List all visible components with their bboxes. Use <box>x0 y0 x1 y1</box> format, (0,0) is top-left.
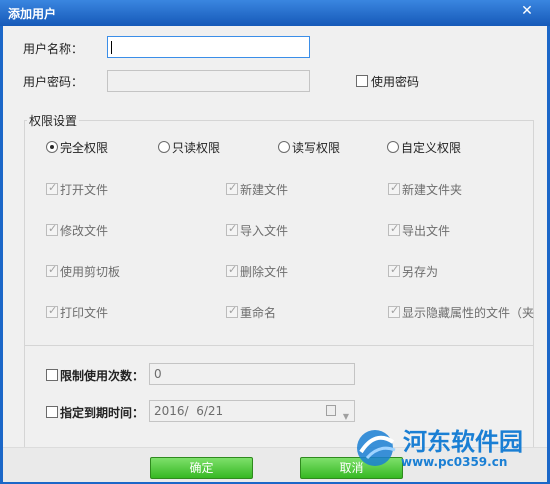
perm-delete-file-label: 删除文件 <box>240 265 289 279</box>
watermark <box>353 424 401 471</box>
radio-readonly-permission-label: 只读权限 <box>172 141 221 155</box>
text-caret <box>111 41 112 54</box>
username-input[interactable] <box>107 36 310 58</box>
radio-readonly-permission[interactable] <box>158 141 170 153</box>
dialog-body: 用户名称： 用户密码： 使用密码 权限设置 完全权限 只读权限 读写权限 自定义… <box>3 26 547 482</box>
use-password-label: 使用密码 <box>371 75 420 89</box>
perm-import-file-checkbox[interactable] <box>226 222 238 236</box>
perm-modify-file-label: 修改文件 <box>60 224 109 238</box>
username-label: 用户名称： <box>23 42 84 56</box>
perm-print-file-checkbox[interactable] <box>46 304 58 318</box>
group-divider <box>24 345 534 346</box>
perm-open-file-label: 打开文件 <box>60 183 109 197</box>
expiry-date-picker[interactable]: 2016/ 6/21 ▼ <box>149 400 355 422</box>
perm-new-folder-label: 新建文件夹 <box>402 183 463 197</box>
usage-limit-value: 0 <box>154 367 162 381</box>
password-label: 用户密码： <box>23 75 84 89</box>
calendar-icon[interactable] <box>326 405 336 416</box>
perm-save-as-label: 另存为 <box>402 265 439 279</box>
use-password-checkbox[interactable] <box>356 75 368 87</box>
expiry-date-label: 指定到期时间： <box>60 406 145 420</box>
chevron-down-icon[interactable]: ▼ <box>343 407 349 427</box>
watermark-title: 河东软件园 <box>403 428 523 456</box>
perm-clipboard-label: 使用剪切板 <box>60 265 121 279</box>
perm-show-hidden-checkbox[interactable] <box>388 304 400 318</box>
perm-rename-checkbox[interactable] <box>226 304 238 318</box>
perm-show-hidden-label: 显示隐藏属性的文件（夹 <box>402 306 535 320</box>
perm-export-file-checkbox[interactable] <box>388 222 400 236</box>
perm-export-file-label: 导出文件 <box>402 224 451 238</box>
dialog-title: 添加用户 <box>8 7 57 21</box>
perm-print-file-label: 打印文件 <box>60 306 109 320</box>
radio-readwrite-permission-label: 读写权限 <box>292 141 341 155</box>
perm-new-file-label: 新建文件 <box>240 183 289 197</box>
watermark-logo-icon <box>357 430 396 466</box>
ok-button[interactable]: 确定 <box>150 457 253 479</box>
add-user-dialog: 添加用户 ✕ 用户名称： 用户密码： 使用密码 权限设置 完全权限 只读权限 读… <box>0 0 550 484</box>
close-icon[interactable]: ✕ <box>518 2 536 20</box>
perm-import-file-label: 导入文件 <box>240 224 289 238</box>
perm-open-file-checkbox[interactable] <box>46 181 58 195</box>
perm-save-as-checkbox[interactable] <box>388 263 400 277</box>
expiry-date-checkbox[interactable] <box>46 406 58 418</box>
usage-limit-input[interactable]: 0 <box>149 363 355 385</box>
radio-custom-permission[interactable] <box>387 141 399 153</box>
radio-full-permission-label: 完全权限 <box>60 141 109 155</box>
title-bar: 添加用户 ✕ <box>0 0 550 26</box>
perm-delete-file-checkbox[interactable] <box>226 263 238 277</box>
radio-custom-permission-label: 自定义权限 <box>401 141 462 155</box>
permissions-group-title: 权限设置 <box>27 112 80 129</box>
usage-limit-checkbox[interactable] <box>46 369 58 381</box>
perm-clipboard-checkbox[interactable] <box>46 263 58 277</box>
perm-new-folder-checkbox[interactable] <box>388 181 400 195</box>
password-input[interactable] <box>107 70 310 92</box>
perm-new-file-checkbox[interactable] <box>226 181 238 195</box>
radio-full-permission[interactable] <box>46 141 58 153</box>
radio-readwrite-permission[interactable] <box>278 141 290 153</box>
expiry-date-value: 2016/ 6/21 <box>154 404 224 418</box>
watermark-url: www.pc0359.cn <box>401 455 508 469</box>
perm-rename-label: 重命名 <box>240 306 277 320</box>
perm-modify-file-checkbox[interactable] <box>46 222 58 236</box>
usage-limit-label: 限制使用次数： <box>60 369 145 383</box>
